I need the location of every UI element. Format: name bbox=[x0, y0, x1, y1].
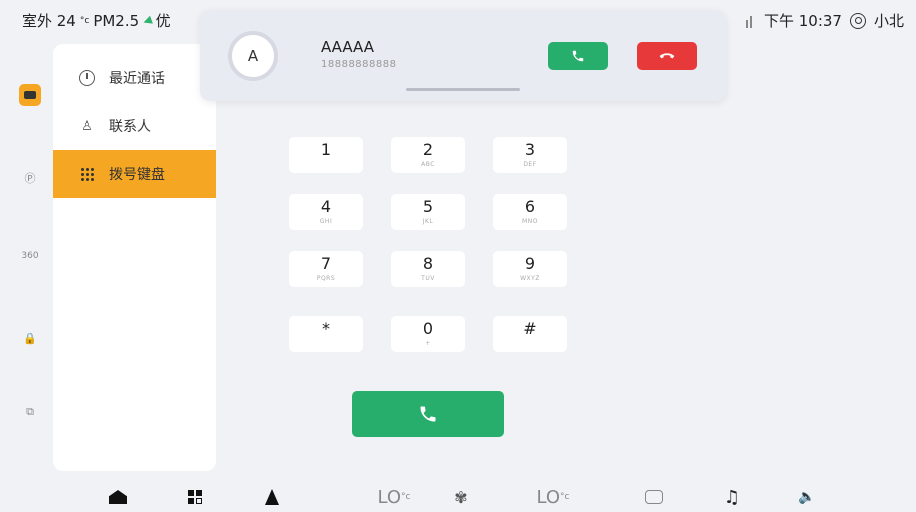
pm-label: PM2.5 bbox=[93, 11, 140, 30]
phone-icon bbox=[420, 406, 436, 422]
key-6[interactable]: 6 MNO bbox=[493, 194, 567, 230]
fan-icon[interactable]: ✾ bbox=[451, 484, 471, 510]
menu-item-dialpad[interactable]: 拨号键盘 bbox=[53, 150, 216, 198]
key-letters: JKL bbox=[422, 218, 434, 225]
signal-icon bbox=[745, 14, 752, 28]
temp-left[interactable]: LO °c bbox=[372, 484, 416, 510]
incoming-call-card: A AAAAA 18888888888 bbox=[200, 10, 726, 101]
phone-app-icon[interactable] bbox=[19, 84, 41, 106]
temp-right-value: LO bbox=[536, 486, 561, 508]
parking-icon[interactable]: Ⓟ bbox=[20, 168, 40, 188]
key-digit: * bbox=[322, 319, 330, 338]
seat-lock-icon[interactable]: 🔒 bbox=[20, 328, 40, 348]
music-icon[interactable]: ♫ bbox=[722, 484, 742, 510]
caller-name: AAAAA bbox=[321, 38, 374, 56]
user-icon[interactable] bbox=[849, 12, 866, 29]
key-digit: # bbox=[523, 319, 537, 338]
key-2[interactable]: 2 ABC bbox=[391, 137, 465, 173]
accept-call-button[interactable] bbox=[548, 42, 608, 70]
temp-left-unit: °c bbox=[401, 492, 411, 502]
left-rail: Ⓟ 360 🔒 ⧉ bbox=[0, 60, 52, 460]
key-digit: 1 bbox=[320, 140, 332, 159]
key-7[interactable]: 7 PQRS bbox=[289, 251, 363, 287]
leaf-icon: ◀ bbox=[141, 12, 154, 29]
apps-icon[interactable] bbox=[185, 484, 205, 510]
key-digit: 6 bbox=[524, 197, 536, 216]
hang-up-icon bbox=[659, 53, 675, 59]
temp-right-unit: °c bbox=[560, 492, 570, 502]
temp-unit: °c bbox=[79, 15, 90, 26]
key-letters: GHI bbox=[319, 218, 333, 225]
clock-time: 下午 10:37 bbox=[763, 12, 842, 30]
key-star[interactable]: * bbox=[289, 316, 363, 352]
phone-menu: 最近通话 ♙ 联系人 拨号键盘 bbox=[53, 44, 216, 471]
volume-icon[interactable]: 🔈 bbox=[795, 484, 819, 510]
key-digit: 9 bbox=[524, 254, 536, 273]
air-quality: 优 bbox=[155, 12, 171, 30]
caller-avatar: A bbox=[228, 31, 278, 81]
user-name[interactable]: 小北 bbox=[874, 10, 904, 31]
key-4[interactable]: 4 GHI bbox=[289, 194, 363, 230]
temp-left-value: LO bbox=[377, 486, 402, 508]
menu-item-label: 最近通话 bbox=[109, 71, 165, 87]
menu-item-recent-calls[interactable]: 最近通话 bbox=[53, 54, 216, 102]
clock-icon bbox=[79, 70, 95, 86]
phone-icon bbox=[572, 50, 584, 62]
status-right: 下午 10:37 小北 bbox=[745, 10, 904, 31]
key-0[interactable]: 0 + bbox=[391, 316, 465, 352]
person-icon: ♙ bbox=[81, 118, 93, 134]
navigation-icon[interactable] bbox=[262, 484, 282, 510]
key-letters: DEF bbox=[523, 161, 537, 168]
menu-item-label: 联系人 bbox=[109, 119, 151, 135]
key-digit: 3 bbox=[524, 140, 536, 159]
screen-switch-icon[interactable]: ⧉ bbox=[20, 402, 40, 422]
status-left: 室外 24 °c PM2.5 ◀ 优 bbox=[22, 10, 171, 31]
key-1[interactable]: 1 bbox=[289, 137, 363, 173]
camera-360-icon[interactable]: 360 bbox=[20, 246, 40, 266]
key-digit: 2 bbox=[422, 140, 434, 159]
key-letters: MNO bbox=[522, 218, 538, 225]
key-digit: 7 bbox=[320, 254, 332, 273]
menu-item-contacts[interactable]: ♙ 联系人 bbox=[53, 102, 216, 150]
key-digit: 5 bbox=[422, 197, 434, 216]
key-3[interactable]: 3 DEF bbox=[493, 137, 567, 173]
temp-right[interactable]: LO °c bbox=[531, 484, 575, 510]
key-hash[interactable]: # bbox=[493, 316, 567, 352]
key-digit: 0 bbox=[422, 319, 434, 338]
dialpad-icon bbox=[79, 166, 95, 182]
key-letters: WXYZ bbox=[520, 275, 540, 282]
key-letters: + bbox=[425, 340, 431, 347]
key-letters: PQRS bbox=[316, 275, 336, 282]
decline-call-button[interactable] bbox=[637, 42, 697, 70]
drag-handle[interactable] bbox=[406, 88, 520, 91]
key-9[interactable]: 9 WXYZ bbox=[493, 251, 567, 287]
key-letters: ABC bbox=[421, 161, 435, 168]
key-5[interactable]: 5 JKL bbox=[391, 194, 465, 230]
outside-temp: 室外 24 bbox=[22, 12, 76, 30]
key-digit: 8 bbox=[422, 254, 434, 273]
key-letters: TUV bbox=[421, 275, 435, 282]
key-digit: 4 bbox=[320, 197, 332, 216]
seat-heat-icon[interactable] bbox=[643, 484, 665, 510]
menu-item-label: 拨号键盘 bbox=[109, 167, 165, 183]
caller-number: 18888888888 bbox=[321, 59, 397, 70]
key-8[interactable]: 8 TUV bbox=[391, 251, 465, 287]
home-icon[interactable] bbox=[108, 484, 128, 510]
dial-button[interactable] bbox=[352, 391, 504, 437]
